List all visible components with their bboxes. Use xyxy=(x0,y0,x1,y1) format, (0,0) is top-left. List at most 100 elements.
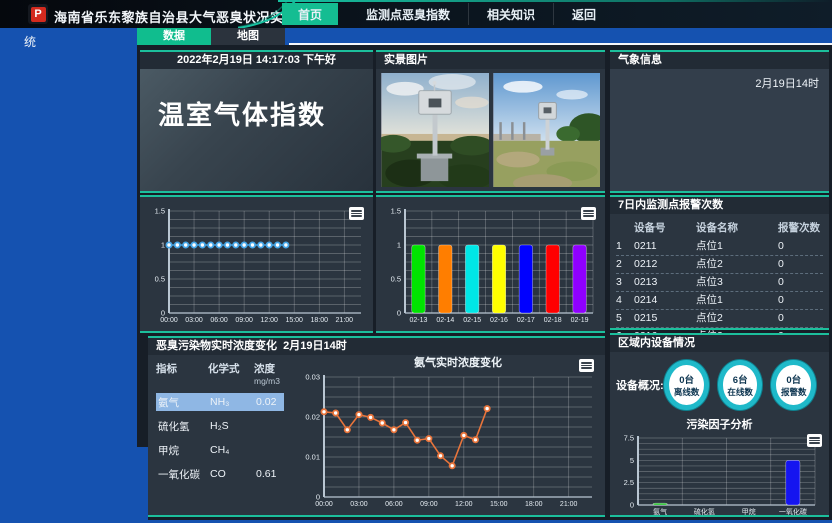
device-id: 0211 xyxy=(634,238,696,255)
odor-unit: mg/m3 xyxy=(254,376,294,386)
row-index: 5 xyxy=(616,310,634,327)
alarm-count: 0 xyxy=(778,238,823,255)
ammonia-trend-chart: 氨气实时浓度变化00.010.020.0300:0003:0006:0009:0… xyxy=(294,355,602,513)
device-id: 0213 xyxy=(634,274,696,291)
table-row: 40214点位10 xyxy=(616,292,823,310)
nav-item-link[interactable]: 相关知识 xyxy=(469,3,554,25)
svg-text:0.5: 0.5 xyxy=(391,275,401,284)
device-name: 点位3 xyxy=(696,274,778,291)
row-index: 4 xyxy=(616,292,634,309)
svg-text:03:00: 03:00 xyxy=(185,317,203,324)
odor-time: 2月19日14时 xyxy=(283,340,347,352)
svg-text:5: 5 xyxy=(630,456,634,465)
odor-title: 恶臭污染物实时浓度变化 2月19日14时 xyxy=(148,338,605,355)
pollutant-name: 氨气 xyxy=(158,395,210,410)
alarms-table: 设备号设备名称报警次数10211点位1020212点位2030213点位3 0 4 0… xyxy=(616,220,823,346)
svg-text:2.5: 2.5 xyxy=(624,478,634,487)
svg-text:7.5: 7.5 xyxy=(624,434,634,443)
table-row: 50215点位20 xyxy=(616,310,823,328)
svg-text:02-19: 02-19 xyxy=(571,317,589,324)
stat-count: 6台 xyxy=(733,372,748,386)
row-index: 1 xyxy=(616,238,634,255)
device-name: 点位2 xyxy=(696,310,778,327)
table-row: 20212点位20 xyxy=(616,256,823,274)
svg-text:06:00: 06:00 xyxy=(210,317,228,324)
row-index: 3 xyxy=(616,274,634,291)
device-name: 点位1 xyxy=(696,292,778,309)
panel-alarms: 7日内监测点报警次数 设备号设备名称报警次数10211点位1020212点位20… xyxy=(610,195,829,330)
row-index: 2 xyxy=(616,256,634,273)
device-id: 0212 xyxy=(634,256,696,273)
odor-col-indicator: 指标 xyxy=(156,361,208,386)
svg-text:02-14: 02-14 xyxy=(436,317,454,324)
svg-text:0: 0 xyxy=(397,309,401,318)
chart-menu-icon[interactable] xyxy=(579,359,594,372)
svg-text:0.5: 0.5 xyxy=(155,275,165,284)
device-stat-circle: 6台在线数 xyxy=(718,360,763,410)
device-name: 点位1 xyxy=(696,238,778,255)
app-logo: P xyxy=(28,4,48,24)
panel-photos: 实景图片 xyxy=(376,50,605,193)
logo-icon: P xyxy=(31,7,46,22)
svg-text:18:00: 18:00 xyxy=(525,501,543,508)
svg-text:18:00: 18:00 xyxy=(310,317,328,324)
panel-greenhouse-chart: 00.511.500:0003:0006:0009:0012:0015:0018… xyxy=(140,195,373,333)
odor-col-value: 浓度mg/m3 xyxy=(254,361,294,386)
pollutant-name: 一氧化碳 xyxy=(158,467,210,482)
chart-menu-icon[interactable] xyxy=(807,434,822,447)
alarms-col-name: 设备名称 xyxy=(696,220,778,238)
pollutant-formula: CH₄ xyxy=(210,444,256,456)
nav-item-link[interactable]: 监测点恶臭指数 xyxy=(348,3,469,25)
svg-text:09:00: 09:00 xyxy=(420,501,438,508)
tab[interactable]: 地图 xyxy=(211,28,285,45)
greenhouse-index-chart: 00.511.500:0003:0006:0009:0012:0015:0018… xyxy=(142,199,371,329)
photos-title: 实景图片 xyxy=(376,52,605,69)
pollutant-value: 0.02 xyxy=(256,396,284,408)
stat-label: 报警数 xyxy=(781,386,807,398)
tab[interactable]: 数据 xyxy=(137,28,211,45)
svg-text:一氧化碳: 一氧化碳 xyxy=(779,507,807,516)
pollutant-formula: NH₃ xyxy=(210,396,256,408)
greenhouse-index-headline: 温室气体指数 xyxy=(140,69,373,132)
odor-table: 指标化学式浓度mg/m3氨气NH₃0.02硫化氢H₂S甲烷CH₄一氧化碳CO0.… xyxy=(148,355,294,515)
dashboard: 2022年2月19日 14:17:03 下午好 温室气体指数 实景图片 xyxy=(137,45,832,520)
chart-menu-icon[interactable] xyxy=(349,207,364,220)
odor-title-text: 恶臭污染物实时浓度变化 xyxy=(156,340,277,352)
panel-devices: 区域内设备情况 设备概况: 0台离线数6台在线数0台报警数 污染因子分析 02.… xyxy=(610,333,829,517)
nav-item-active[interactable]: 首页 xyxy=(282,3,338,25)
main-nav: 首页监测点恶臭指数相关知识返回 xyxy=(282,3,614,25)
sidebar-label: 统 xyxy=(24,33,36,50)
alarms-col-count: 报警次数 xyxy=(778,220,823,238)
svg-text:0.02: 0.02 xyxy=(305,413,320,422)
alarms-col-index xyxy=(616,220,634,238)
svg-text:12:00: 12:00 xyxy=(455,501,473,508)
chart-menu-icon[interactable] xyxy=(581,207,596,220)
list-item[interactable]: 氨气NH₃0.02 xyxy=(156,393,284,411)
alarms-header-row: 设备号设备名称报警次数 xyxy=(616,220,823,238)
device-stat-circle: 0台报警数 xyxy=(771,360,816,410)
site-photo-1[interactable] xyxy=(381,73,489,187)
panel-odor: 恶臭污染物实时浓度变化 2月19日14时 指标化学式浓度mg/m3氨气NH₃0.… xyxy=(148,336,605,517)
svg-text:0.01: 0.01 xyxy=(305,453,320,462)
weather-body: 2月19日14时 xyxy=(610,69,829,191)
svg-text:1: 1 xyxy=(397,241,401,250)
list-item[interactable]: 一氧化碳CO0.61 xyxy=(156,465,294,483)
svg-text:0.03: 0.03 xyxy=(305,373,320,382)
nav-item-link[interactable]: 返回 xyxy=(554,3,614,25)
odor-header-row: 指标化学式浓度mg/m3 xyxy=(156,361,294,386)
list-item[interactable]: 硫化氢H₂S xyxy=(156,417,294,435)
svg-text:硫化氢: 硫化氢 xyxy=(694,507,715,516)
top-accent-line xyxy=(278,0,832,2)
pollutant-formula: CO xyxy=(210,468,256,480)
svg-text:02-18: 02-18 xyxy=(544,317,562,324)
svg-text:12:00: 12:00 xyxy=(260,317,278,324)
list-item[interactable]: 甲烷CH₄ xyxy=(156,441,294,459)
stat-label: 离线数 xyxy=(674,386,700,398)
svg-text:02-13: 02-13 xyxy=(409,317,427,324)
site-photo-2[interactable] xyxy=(493,73,601,187)
view-tabs: 数据地图 xyxy=(137,28,285,45)
photos-body xyxy=(376,69,605,191)
table-row: 10211点位10 xyxy=(616,238,823,256)
svg-text:1.5: 1.5 xyxy=(391,207,401,216)
weather-time: 2月19日14时 xyxy=(610,69,829,91)
